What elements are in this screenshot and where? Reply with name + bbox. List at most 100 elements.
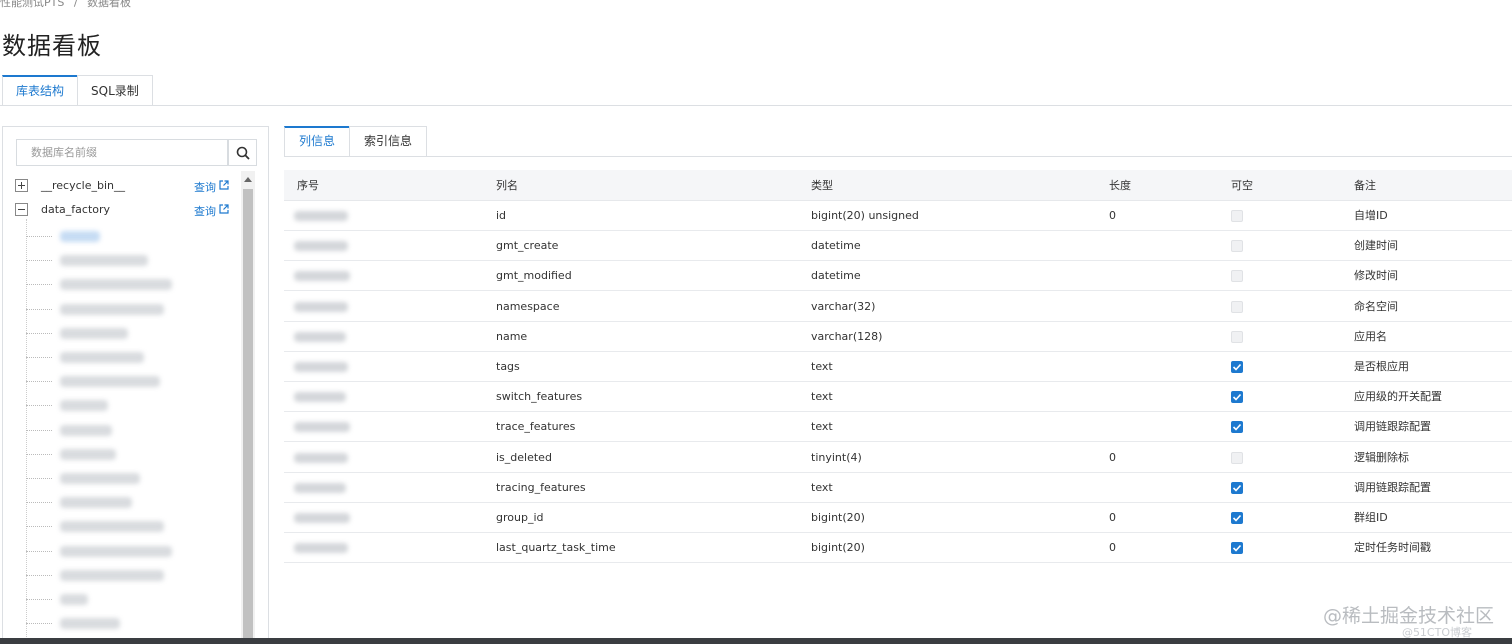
- header-comment: 备注: [1354, 179, 1376, 192]
- cell-type: tinyint(4): [811, 450, 862, 464]
- scroll-up-arrow-icon[interactable]: [241, 173, 255, 185]
- cell-comment: 定时任务时间戳: [1354, 541, 1431, 555]
- redacted-table-name[interactable]: [60, 352, 144, 363]
- tree-child-table[interactable]: [26, 398, 216, 412]
- redacted-table-name[interactable]: [60, 424, 112, 436]
- cell-column-name: name: [496, 329, 528, 343]
- cell-column-name: group_id: [496, 511, 544, 524]
- query-link[interactable]: 查询: [194, 203, 216, 219]
- tree-child-table[interactable]: [26, 326, 216, 340]
- checkmark-icon: [1232, 545, 1242, 552]
- cell-type: datetime: [811, 239, 861, 253]
- breadcrumb-separator: /: [73, 0, 78, 9]
- tree-node-recycle-bin[interactable]: __recycle_bin__ 查询: [15, 177, 235, 195]
- redacted-table-name[interactable]: [60, 497, 132, 509]
- search-box: [16, 139, 228, 166]
- redacted-table-name[interactable]: [60, 473, 140, 484]
- header-nullable: 可空: [1231, 179, 1253, 192]
- redacted-table-name[interactable]: [60, 594, 88, 605]
- table-row: tracing_features text 调用链跟踪配置: [284, 472, 1512, 503]
- nullable-checkbox-checked: [1231, 542, 1243, 555]
- cell-length: 0: [1109, 209, 1116, 222]
- redacted-seq-number: [294, 301, 348, 312]
- cell-type: bigint(20): [811, 541, 865, 555]
- redacted-table-name[interactable]: [60, 448, 116, 460]
- cell-comment: 调用链跟踪配置: [1354, 480, 1431, 494]
- cell-comment: 应用名: [1354, 329, 1387, 343]
- cell-comment: 修改时间: [1354, 269, 1398, 283]
- external-link-icon[interactable]: [219, 204, 229, 214]
- nullable-checkbox-checked: [1231, 481, 1243, 494]
- tree-child-table[interactable]: [26, 350, 216, 364]
- redacted-table-name[interactable]: [60, 376, 160, 388]
- redacted-table-name[interactable]: [60, 231, 100, 242]
- tree-child-table[interactable]: [26, 592, 216, 606]
- tab-table-structure[interactable]: 库表结构: [2, 75, 79, 106]
- cell-type: varchar(32): [811, 299, 876, 313]
- tree-node-label[interactable]: data_factory: [41, 203, 110, 216]
- tree-child-table[interactable]: [26, 229, 216, 243]
- tree-child-table[interactable]: [26, 544, 216, 558]
- tree-child-table[interactable]: [26, 277, 216, 291]
- tree-child-table[interactable]: [26, 374, 216, 388]
- tree-child-table[interactable]: [26, 302, 216, 316]
- cell-type: varchar(128): [811, 329, 883, 343]
- tree-branch-line: [26, 236, 52, 237]
- redacted-table-name[interactable]: [60, 303, 164, 315]
- nullable-checkbox-unchecked: [1231, 300, 1243, 313]
- header-seq: 序号: [297, 179, 319, 192]
- page-title: 数据看板: [2, 32, 102, 60]
- tree-node-label[interactable]: __recycle_bin__: [41, 179, 125, 192]
- cell-comment: 是否根应用: [1354, 360, 1409, 373]
- nullable-checkbox-unchecked: [1231, 451, 1243, 464]
- cell-length: 0: [1109, 541, 1116, 555]
- cell-type: datetime: [811, 269, 861, 283]
- redacted-seq-number: [294, 452, 348, 463]
- redacted-table-name[interactable]: [60, 569, 164, 581]
- table-row: namespace varchar(32) 命名空间: [284, 291, 1512, 322]
- search-button[interactable]: [228, 139, 257, 166]
- tree-child-table[interactable]: [26, 616, 216, 630]
- tree-branch-line: [26, 357, 52, 358]
- expand-icon[interactable]: [15, 179, 28, 192]
- tab-column-info[interactable]: 列信息: [284, 126, 351, 157]
- tree-child-table[interactable]: [26, 495, 216, 509]
- redacted-table-name[interactable]: [60, 545, 172, 557]
- tree-branch-line: [26, 429, 52, 431]
- tree-child-table[interactable]: [26, 568, 216, 582]
- tree-node-data-factory[interactable]: data_factory 查询: [15, 201, 235, 219]
- tree-child-table[interactable]: [26, 471, 216, 485]
- cell-column-name: last_quartz_task_time: [496, 541, 616, 555]
- redacted-table-name[interactable]: [60, 400, 108, 412]
- table-row: gmt_create datetime 创建时间: [284, 231, 1512, 262]
- search-icon: [236, 146, 250, 160]
- scrollbar-thumb[interactable]: [243, 189, 253, 644]
- database-prefix-search-input[interactable]: [17, 140, 227, 165]
- nullable-checkbox-unchecked: [1231, 270, 1243, 283]
- cell-type: text: [811, 390, 833, 404]
- checkmark-icon: [1232, 363, 1242, 371]
- cell-comment: 命名空间: [1354, 299, 1398, 313]
- redacted-table-name[interactable]: [60, 327, 128, 339]
- external-link-icon[interactable]: [219, 180, 229, 190]
- query-link[interactable]: 查询: [194, 179, 216, 195]
- tab-index-info[interactable]: 索引信息: [349, 126, 428, 157]
- tree-child-table[interactable]: [26, 253, 216, 267]
- cell-comment: 调用链跟踪配置: [1354, 420, 1431, 434]
- tree-child-table[interactable]: [26, 423, 216, 437]
- tree-branch-line: [26, 526, 52, 528]
- tab-sql-recording[interactable]: SQL录制: [77, 75, 153, 106]
- tree-scrollbar[interactable]: [241, 171, 255, 644]
- tree-child-table[interactable]: [26, 447, 216, 461]
- nullable-checkbox-checked: [1231, 512, 1243, 524]
- tree-child-table[interactable]: [26, 519, 216, 533]
- redacted-table-name[interactable]: [60, 618, 120, 630]
- redacted-table-name[interactable]: [60, 279, 172, 291]
- cell-column-name: tracing_features: [496, 480, 586, 494]
- redacted-table-name[interactable]: [60, 521, 164, 533]
- collapse-icon[interactable]: [15, 203, 28, 216]
- cell-column-name: trace_features: [496, 420, 576, 434]
- redacted-table-name[interactable]: [60, 255, 148, 267]
- breadcrumb-item-pts[interactable]: 性能测试PTS: [0, 0, 64, 10]
- checkmark-icon: [1232, 394, 1242, 401]
